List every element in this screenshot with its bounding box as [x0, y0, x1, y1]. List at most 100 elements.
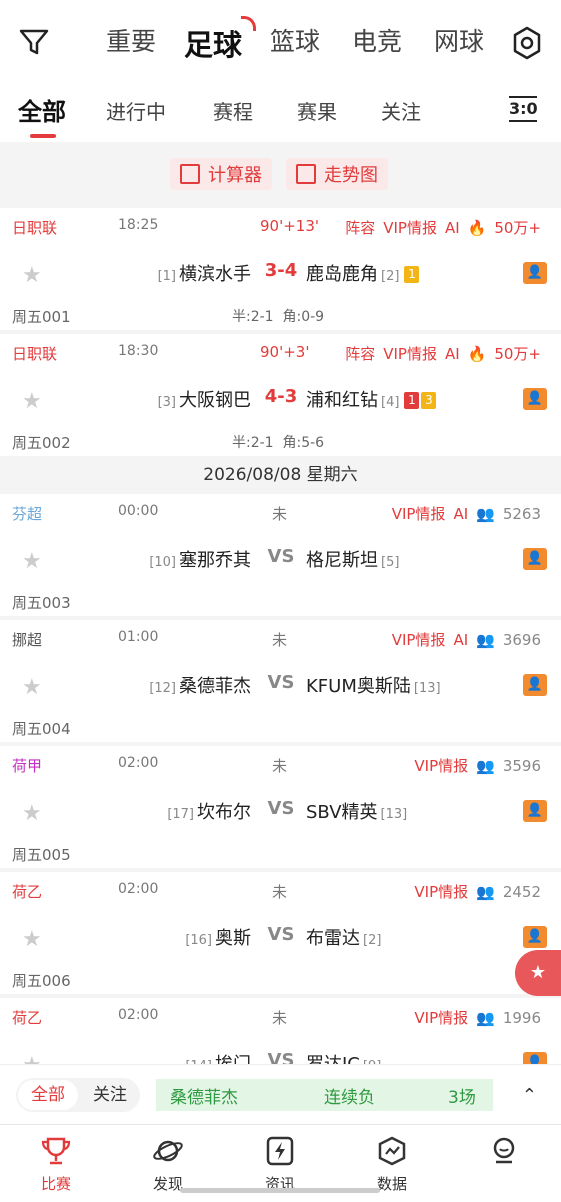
- subtab-live[interactable]: 进行中: [106, 96, 166, 125]
- match-number: 周五003: [12, 594, 71, 612]
- away-name: 格尼斯坦: [306, 550, 378, 571]
- tab-profile[interactable]: [464, 1135, 544, 1173]
- ai-link[interactable]: AI: [445, 219, 460, 237]
- tab-football[interactable]: 足球: [172, 22, 254, 64]
- tab-esports[interactable]: 电竞: [336, 22, 418, 64]
- league-name: 荷乙: [12, 883, 43, 901]
- ai-link[interactable]: AI: [445, 345, 460, 363]
- match-status: 未: [272, 631, 288, 649]
- vip-link[interactable]: VIP情报: [414, 881, 468, 902]
- match-row[interactable]: 荷乙 02:00 未 VIP情报 👥 2452 ★ [16] 奥斯 VS 布雷达[…: [0, 872, 561, 994]
- vs-label: VS: [267, 798, 295, 819]
- app: 重要 足球 篮球 电竞 网球 全部 进行中 赛程 赛果 关注 3:0 计算器 走…: [0, 0, 561, 1202]
- yellow-card-count: 3: [421, 392, 437, 409]
- away-name: 浦和红钻: [306, 390, 378, 411]
- filter-follow-button[interactable]: 关注: [84, 1080, 136, 1110]
- match-number: 周五002: [12, 434, 71, 452]
- expert-icon[interactable]: 👤: [523, 548, 547, 570]
- match-number: 周五001: [12, 308, 71, 326]
- expert-icon[interactable]: 👤: [523, 262, 547, 284]
- filter-icon[interactable]: [18, 28, 50, 56]
- trend-icon: [296, 164, 316, 184]
- tab-discover[interactable]: 发现: [128, 1135, 208, 1194]
- settings-icon[interactable]: [511, 26, 543, 60]
- live-minute: 90'+13': [260, 217, 319, 235]
- vip-link[interactable]: VIP情报: [414, 755, 468, 776]
- home-name: 大阪钢巴: [179, 390, 251, 411]
- subtab-schedule[interactable]: 赛程: [213, 96, 253, 125]
- top-nav: 重要 足球 篮球 电竞 网球: [0, 0, 561, 86]
- ai-link[interactable]: AI: [453, 631, 468, 649]
- chevron-up-icon[interactable]: ⌃: [522, 1085, 537, 1106]
- match-row[interactable]: 日职联 18:25 90'+13' 阵容 VIP情报 AI 🔥 50万+ ★ […: [0, 208, 561, 330]
- viewers-icon: 👥: [476, 756, 495, 775]
- vs-label: VS: [267, 672, 295, 693]
- home-rank: [16]: [185, 933, 212, 948]
- floating-action-button[interactable]: ★: [515, 950, 561, 996]
- match-time: 18:30: [118, 343, 159, 359]
- match-number: 周五004: [12, 720, 71, 738]
- tab-basketball[interactable]: 篮球: [254, 22, 336, 64]
- lineup-link[interactable]: 阵容: [345, 343, 375, 364]
- league-name: 荷甲: [12, 757, 43, 775]
- bottom-filter-bar: 全部 关注 桑德菲杰 连续负 3场 ⌃: [0, 1064, 561, 1124]
- expert-icon[interactable]: 👤: [523, 674, 547, 696]
- tab-label: 比赛: [40, 1175, 71, 1193]
- away-name: 鹿岛鹿角: [306, 264, 378, 285]
- streak-banner[interactable]: 桑德菲杰 连续负 3场: [156, 1079, 493, 1111]
- teams: [10] 塞那乔其 VS 格尼斯坦 [5]: [0, 546, 561, 574]
- vip-link[interactable]: VIP情报: [392, 503, 446, 524]
- away-team: 浦和红钻 [4] 1 3: [306, 386, 437, 412]
- home-name: 塞那乔其: [179, 550, 251, 571]
- home-rank: [1]: [157, 269, 176, 284]
- tab-important[interactable]: 重要: [90, 22, 172, 64]
- match-row[interactable]: 日职联 18:30 90'+3' 阵容 VIP情报 AI 🔥 50万+ ★ [3…: [0, 334, 561, 456]
- away-rank: [5]: [381, 555, 400, 570]
- vs-label: VS: [267, 924, 295, 945]
- home-rank: [12]: [149, 681, 176, 696]
- half-score: 半:2-1 角:0-9: [232, 306, 324, 326]
- match-row[interactable]: 荷甲 02:00 未 VIP情报 👥 3596 ★ [17] 坎布尔 VS SBV…: [0, 746, 561, 868]
- match-time: 02:00: [118, 1007, 159, 1023]
- lineup-link[interactable]: 阵容: [345, 217, 375, 238]
- subtab-followed[interactable]: 关注: [381, 96, 421, 125]
- vip-link[interactable]: VIP情报: [392, 629, 446, 650]
- away-name: 布雷达: [306, 928, 360, 949]
- league-name: 芬超: [12, 505, 43, 523]
- expert-icon[interactable]: 👤: [523, 388, 547, 410]
- tab-news[interactable]: 资讯: [240, 1135, 320, 1194]
- match-row[interactable]: 挪超 01:00 未 VIP情报 AI 👥 3696 ★ [12] 桑德菲杰 VS…: [0, 620, 561, 742]
- trend-chart-button[interactable]: 走势图: [286, 158, 388, 190]
- match-row[interactable]: 芬超 00:00 未 VIP情报 AI 👥 5263 ★ [10] 塞那乔其 VS…: [0, 494, 561, 616]
- viewers-icon: 👥: [476, 1008, 495, 1027]
- tab-matches[interactable]: 比赛: [16, 1135, 96, 1194]
- subtab-all[interactable]: 全部: [18, 92, 66, 127]
- trophy-icon: [41, 1137, 71, 1165]
- expert-icon[interactable]: 👤: [523, 926, 547, 948]
- league-name: 荷乙: [12, 1009, 43, 1027]
- filter-all-button[interactable]: 全部: [18, 1080, 78, 1110]
- vip-link[interactable]: VIP情报: [414, 1007, 468, 1028]
- teams: [12] 桑德菲杰 VS KFUM奥斯陆 [13]: [0, 672, 561, 700]
- match-time: 01:00: [118, 629, 159, 645]
- home-rank: [3]: [157, 395, 176, 410]
- match-extras: VIP情报 👥 2452: [414, 881, 541, 902]
- profile-icon: [493, 1137, 515, 1164]
- viewer-count: 3596: [502, 756, 541, 775]
- expert-icon[interactable]: 👤: [523, 800, 547, 822]
- calculator-button[interactable]: 计算器: [170, 158, 272, 190]
- home-name: 坎布尔: [197, 802, 251, 823]
- tool-row: 计算器 走势图: [0, 142, 561, 208]
- tab-data[interactable]: 数据: [352, 1135, 432, 1194]
- tab-tennis[interactable]: 网球: [418, 22, 500, 64]
- away-rank: [2]: [381, 269, 400, 284]
- vip-link[interactable]: VIP情报: [383, 217, 437, 238]
- sub-tabs: 全部 进行中 赛程 赛果 关注 3:0: [0, 86, 561, 142]
- subtab-results[interactable]: 赛果: [297, 96, 337, 125]
- vip-link[interactable]: VIP情报: [383, 343, 437, 364]
- viewers-icon: 👥: [476, 630, 495, 649]
- away-team: 鹿岛鹿角 [2] 1: [306, 260, 420, 286]
- match-extras: 阵容 VIP情报 AI 🔥 50万+: [345, 343, 541, 364]
- score-toggle-icon[interactable]: 3:0: [509, 96, 538, 122]
- ai-link[interactable]: AI: [453, 505, 468, 523]
